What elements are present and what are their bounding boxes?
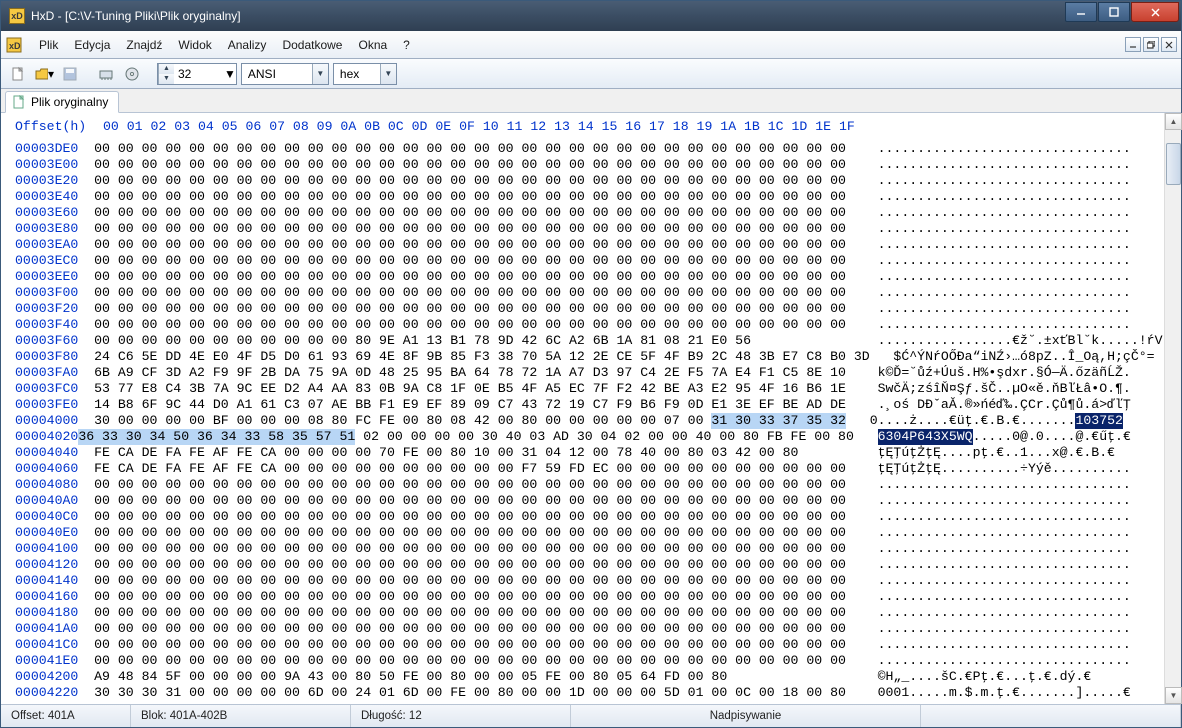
new-file-icon[interactable] xyxy=(7,63,29,85)
toolbar: ▾ ▲▼ ▼ ▼ ▼ xyxy=(1,59,1181,89)
file-icon xyxy=(12,95,26,109)
scroll-up-icon[interactable]: ▲ xyxy=(1165,113,1182,130)
app-icon: xD xyxy=(9,8,25,24)
scroll-down-icon[interactable]: ▼ xyxy=(1165,687,1182,704)
spin-up-icon[interactable]: ▲ xyxy=(158,64,174,74)
svg-text:xD: xD xyxy=(9,41,21,51)
menu-znajdź[interactable]: Znajdź xyxy=(118,35,170,55)
status-length: Długość: 12 xyxy=(351,705,571,727)
base-combo[interactable]: ▼ xyxy=(333,63,397,85)
vertical-scrollbar[interactable]: ▲ ▼ xyxy=(1164,113,1181,704)
minimize-button[interactable] xyxy=(1065,2,1097,22)
mdi-minimize-button[interactable] xyxy=(1125,37,1141,52)
status-offset: Offset: 401A xyxy=(1,705,131,727)
menu-plik[interactable]: Plik xyxy=(31,35,66,55)
menu-?[interactable]: ? xyxy=(395,35,418,55)
document-tabs: Plik oryginalny xyxy=(1,89,1181,113)
disk-icon[interactable] xyxy=(121,63,143,85)
menu-edycja[interactable]: Edycja xyxy=(66,35,118,55)
window-title: HxD - [C:\V-Tuning Pliki\Plik oryginalny… xyxy=(31,9,1064,23)
encoding-combo[interactable]: ▼ xyxy=(241,63,329,85)
hex-editor[interactable]: Offset(h) 00 01 02 03 04 05 06 07 08 09 … xyxy=(1,113,1181,704)
menu-app-icon: xD xyxy=(5,36,23,54)
dropdown-icon[interactable]: ▼ xyxy=(312,64,328,84)
open-file-icon[interactable]: ▾ xyxy=(33,63,55,85)
mdi-close-button[interactable] xyxy=(1161,37,1177,52)
status-mode: Nadpisywanie xyxy=(571,705,921,727)
ram-icon[interactable] xyxy=(95,63,117,85)
mdi-restore-button[interactable] xyxy=(1143,37,1159,52)
tab-label: Plik oryginalny xyxy=(31,95,108,109)
menu-widok[interactable]: Widok xyxy=(170,35,219,55)
scroll-thumb[interactable] xyxy=(1166,143,1181,185)
status-block: Blok: 401A-402B xyxy=(131,705,351,727)
menu-okna[interactable]: Okna xyxy=(350,35,395,55)
main-window: xD HxD - [C:\V-Tuning Pliki\Plik orygina… xyxy=(0,0,1182,728)
base-input[interactable] xyxy=(334,64,380,84)
dropdown-icon[interactable]: ▼ xyxy=(224,67,236,81)
dropdown-icon[interactable]: ▼ xyxy=(380,64,396,84)
tab-plik-oryginalny[interactable]: Plik oryginalny xyxy=(5,91,119,113)
bytes-per-row-spinner[interactable]: ▲▼ ▼ xyxy=(157,63,237,85)
menubar: xD PlikEdycjaZnajdźWidokAnalizyDodatkowe… xyxy=(1,31,1181,59)
spin-down-icon[interactable]: ▼ xyxy=(158,74,174,84)
statusbar: Offset: 401A Blok: 401A-402B Długość: 12… xyxy=(1,704,1181,727)
close-button[interactable] xyxy=(1131,2,1179,22)
titlebar[interactable]: xD HxD - [C:\V-Tuning Pliki\Plik orygina… xyxy=(1,1,1181,31)
bytes-per-row-input[interactable] xyxy=(174,64,224,84)
save-file-icon[interactable] xyxy=(59,63,81,85)
menu-dodatkowe[interactable]: Dodatkowe xyxy=(274,35,350,55)
encoding-input[interactable] xyxy=(242,64,312,84)
maximize-button[interactable] xyxy=(1098,2,1130,22)
menu-analizy[interactable]: Analizy xyxy=(220,35,275,55)
